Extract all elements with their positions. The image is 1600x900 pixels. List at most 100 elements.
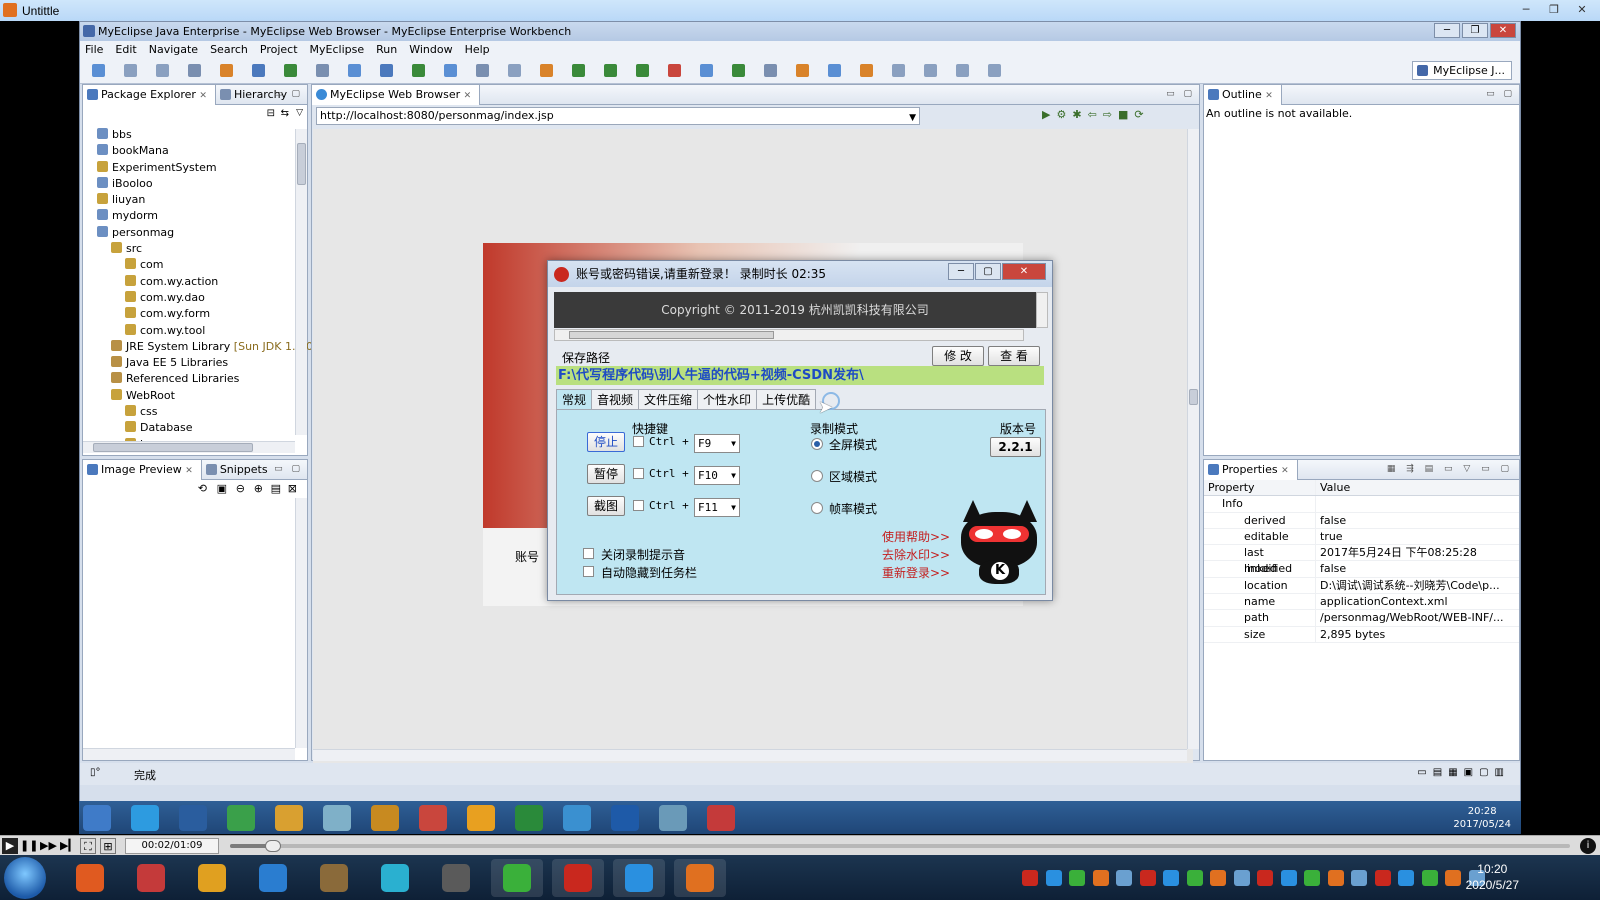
fit-image-icon[interactable]: ▣ <box>217 482 227 495</box>
tree-item[interactable]: mydorm <box>83 208 307 224</box>
taskbar-app-button[interactable] <box>369 859 421 897</box>
toolbar-tool-icon[interactable] <box>796 64 809 77</box>
tab-package-explorer[interactable]: Package Explorer ✕ <box>83 84 216 105</box>
eclipse-close-button[interactable]: ✕ <box>1490 23 1516 38</box>
tree-item[interactable]: JRE System Library [Sun JDK 1.6.0_1 <box>83 339 325 355</box>
taskbar-app-button[interactable] <box>247 859 299 897</box>
toolbar-tool-icon[interactable] <box>508 64 521 77</box>
panel-minmax-icons[interactable]: ▭ ▢ <box>274 89 303 99</box>
eclipse-maximize-button[interactable]: ❐ <box>1462 23 1488 38</box>
tray-app-icon[interactable] <box>1210 870 1226 886</box>
menu-file[interactable]: File <box>85 43 103 56</box>
image-preview-vscroll[interactable] <box>295 498 307 748</box>
tree-item[interactable]: liuyan <box>83 192 307 208</box>
banner-vscroll[interactable] <box>1036 292 1048 328</box>
info-icon[interactable]: i <box>1580 838 1596 854</box>
back-icon[interactable]: ⇦ <box>1088 108 1103 121</box>
recorder-maximize-button[interactable]: ▢ <box>975 263 1001 280</box>
tray-app-icon[interactable] <box>1092 870 1109 886</box>
tray-app-icon[interactable] <box>1421 870 1438 886</box>
hotkey-action-button[interactable]: 暂停 <box>587 464 625 484</box>
url-dropdown-icon[interactable]: ▼ <box>909 110 916 126</box>
collapse-all-icon[interactable]: ⊟ <box>267 108 275 119</box>
menu-help[interactable]: Help <box>465 43 490 56</box>
tree-item[interactable]: Referenced Libraries <box>83 371 307 387</box>
tray-app-icon[interactable] <box>1186 870 1203 886</box>
option-checkbox[interactable] <box>583 548 594 559</box>
stop-icon[interactable]: ■ <box>1118 108 1134 121</box>
toolbar-tool-icon[interactable] <box>92 64 105 77</box>
tree-item[interactable]: ExperimentSystem <box>83 160 307 176</box>
recorded-app-icon[interactable] <box>467 805 495 831</box>
close-tab-icon[interactable]: ✕ <box>464 91 472 101</box>
browser-hscroll[interactable] <box>313 749 1187 761</box>
toolbar-tool-icon[interactable] <box>860 64 873 77</box>
tray-app-icon[interactable] <box>1139 870 1156 886</box>
recorder-tab[interactable]: 文件压缩 <box>638 389 699 409</box>
menu-project[interactable]: Project <box>260 43 298 56</box>
close-tab-icon[interactable]: ✕ <box>185 466 193 476</box>
tree-item[interactable]: src <box>83 241 307 257</box>
eclipse-minimize-button[interactable]: ─ <box>1434 23 1460 38</box>
recorder-minimize-button[interactable]: ─ <box>948 263 974 280</box>
start-button[interactable] <box>4 857 46 899</box>
taskbar-app-button[interactable] <box>186 859 238 897</box>
close-button[interactable]: ✕ <box>1570 2 1594 18</box>
banner-hscroll[interactable] <box>554 329 1024 341</box>
modify-button[interactable]: 修 改 <box>932 346 984 366</box>
actual-size-icon[interactable]: ▤ <box>271 482 281 495</box>
toolbar-tool-icon[interactable] <box>572 64 585 77</box>
refresh-icon[interactable]: ⟳ <box>1134 108 1149 121</box>
recorder-tab[interactable]: 音视频 <box>591 389 640 409</box>
tray-app-icon[interactable] <box>1445 870 1461 886</box>
link-editor-icon[interactable]: ⇆ <box>281 108 289 119</box>
properties-toolbar-icons[interactable]: ▦ ⇶ ▤ ▭ ▽ ▭ ▢ <box>1387 464 1513 474</box>
toolbar-tool-icon[interactable] <box>892 64 905 77</box>
taskbar-app-button[interactable] <box>430 859 482 897</box>
recorder-link[interactable]: 去除水印>> <box>882 546 950 563</box>
toolbar-tool-icon[interactable] <box>348 64 361 77</box>
mode-radio[interactable] <box>811 470 823 482</box>
taskbar-app-button[interactable] <box>64 859 116 897</box>
property-row[interactable]: derived false <box>1204 512 1519 529</box>
refresh-icon[interactable]: ⟲ <box>198 482 207 495</box>
toolbar-tool-icon[interactable] <box>732 64 745 77</box>
toolbar-tool-icon[interactable] <box>284 64 297 77</box>
tree-item[interactable]: Database <box>83 420 307 436</box>
recorded-app-icon[interactable] <box>131 805 159 831</box>
view-button[interactable]: 查 看 <box>988 346 1040 366</box>
recorder-close-button[interactable]: ✕ <box>1002 263 1046 280</box>
property-row[interactable]: path/personmag/WebRoot/WEB-INF/... <box>1204 610 1519 627</box>
hotkey-action-button[interactable]: 截图 <box>587 496 625 516</box>
url-field[interactable]: http://localhost:8080/personmag/index.js… <box>316 107 920 125</box>
forward-icon[interactable]: ⇨ <box>1103 108 1118 121</box>
recorder-tab[interactable]: 常规 <box>556 389 593 411</box>
tray-app-icon[interactable] <box>1280 870 1297 886</box>
fast-forward-icon[interactable]: ▶▶ <box>40 838 57 854</box>
tray-app-icon[interactable] <box>1374 870 1391 886</box>
tab-image-preview[interactable]: Image Preview ✕ <box>83 459 202 480</box>
taskbar-app-button[interactable] <box>674 859 726 897</box>
browser-vscroll[interactable] <box>1187 129 1199 749</box>
recorded-app-icon[interactable] <box>179 805 207 831</box>
recorded-app-icon[interactable] <box>515 805 543 831</box>
ctrl-checkbox[interactable] <box>633 436 644 447</box>
zoom-out-icon[interactable]: ⊖ <box>236 482 245 495</box>
tree-item[interactable]: bookMana <box>83 143 307 159</box>
recorder-link[interactable]: 重新登录>> <box>882 564 950 581</box>
tab-snippets[interactable]: Snippets <box>202 460 276 480</box>
taskbar-app-button[interactable] <box>491 859 543 897</box>
toolbar-tool-icon[interactable] <box>540 64 553 77</box>
recorded-app-icon[interactable] <box>611 805 639 831</box>
menu-edit[interactable]: Edit <box>115 43 136 56</box>
toolbar-tool-icon[interactable] <box>956 64 969 77</box>
settings-icon[interactable]: ⚙ <box>1056 108 1072 121</box>
property-row[interactable]: editable true <box>1204 528 1519 546</box>
tray-app-icon[interactable] <box>1257 870 1273 886</box>
tree-item[interactable]: com.wy.tool <box>83 323 307 339</box>
tree-item[interactable]: bbs <box>83 127 307 143</box>
panel-minmax-icons[interactable]: ▭ ▢ <box>1166 89 1195 99</box>
hotkey-select[interactable]: F9 <box>694 434 740 453</box>
tray-app-icon[interactable] <box>1069 870 1085 886</box>
recorded-app-icon[interactable] <box>275 805 303 831</box>
